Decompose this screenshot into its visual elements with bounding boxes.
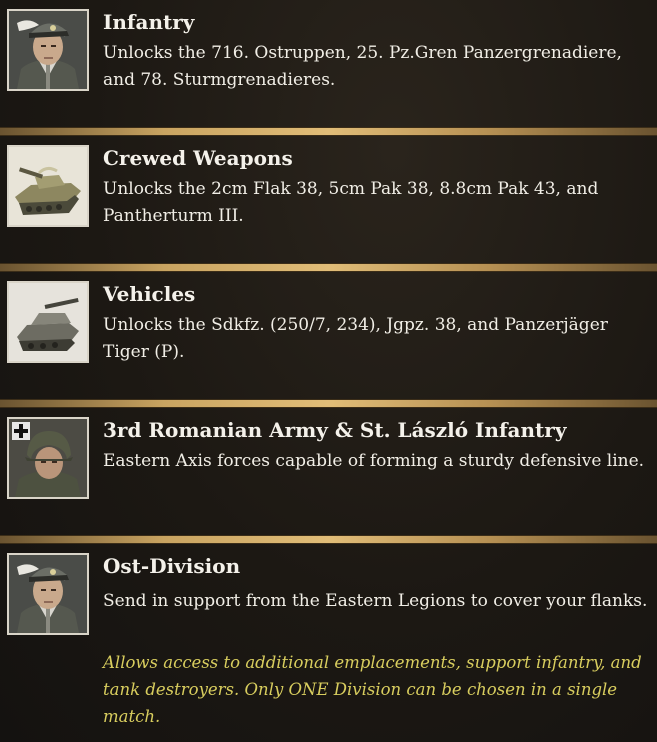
section-divider — [0, 536, 657, 543]
item-description: Unlocks the Sdkfz. (250/7, 234), Jgpz. 3… — [103, 315, 608, 362]
officer-portrait-icon — [7, 9, 89, 91]
tank-icon — [7, 145, 89, 227]
section-divider — [0, 400, 657, 407]
officer-portrait-icon — [7, 553, 89, 635]
item-title: Crewed Weapons — [103, 146, 293, 170]
item-title: Vehicles — [103, 282, 196, 306]
item-title: 3rd Romanian Army & St. László Infantry — [103, 418, 567, 442]
item-description: Eastern Axis forces capable of forming a… — [103, 451, 645, 471]
division-note: Allows access to additional emplacements… — [103, 653, 642, 726]
item-title: Ost-Division — [103, 554, 241, 578]
item-description: Unlocks the 716. Ostruppen, 25. Pz.Gren … — [103, 43, 622, 90]
section-divider — [0, 128, 657, 135]
item-description: Unlocks the 2cm Flak 38, 5cm Pak 38, 8.8… — [103, 179, 599, 226]
tank-destroyer-icon — [7, 281, 89, 363]
item-title: Infantry — [103, 10, 195, 34]
division-unlocks-panel: Infantry Unlocks the 716. Ostruppen, 25.… — [0, 0, 657, 742]
section-divider — [0, 264, 657, 271]
item-description: Send in support from the Eastern Legions… — [103, 591, 648, 611]
soldier-portrait-icon — [7, 417, 89, 499]
